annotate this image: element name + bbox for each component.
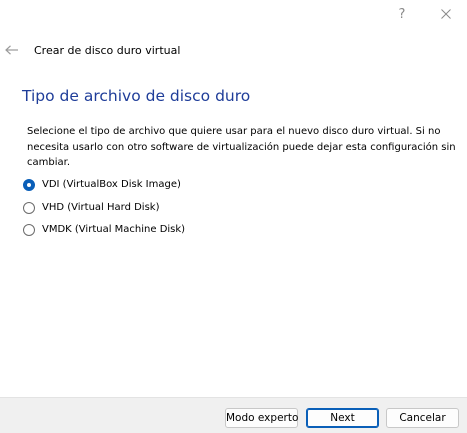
cancel-button[interactable]: Cancelar [386,408,459,428]
file-type-radio-group: VDI (VirtualBox Disk Image) VHD (Virtual… [23,174,185,242]
page-heading: Tipo de archivo de disco duro [22,87,251,105]
help-button[interactable]: ? [390,4,414,24]
radio-option-vmdk[interactable]: VMDK (Virtual Machine Disk) [23,219,185,241]
wizard-dialog: ? Crear de disco duro virtual Tipo de ar… [0,0,467,433]
page-description: Selecione el tipo de archivo que quiere … [27,126,456,168]
button-bar: Modo experto Next Cancelar [0,397,467,433]
close-icon [441,9,451,19]
radio-option-vhd[interactable]: VHD (Virtual Hard Disk) [23,197,185,219]
back-button[interactable] [3,42,21,58]
radio-button-vmdk[interactable] [23,224,35,236]
radio-button-vhd[interactable] [23,201,35,214]
help-icon: ? [398,6,406,22]
radio-option-vdi[interactable]: VDI (VirtualBox Disk Image) [23,174,185,196]
wizard-title: Crear de disco duro virtual [34,44,181,57]
back-arrow-icon [5,45,19,55]
radio-label-vmdk: VMDK (Virtual Machine Disk) [42,224,186,235]
next-button[interactable]: Next [306,408,379,428]
close-button[interactable] [434,4,458,24]
expert-mode-button[interactable]: Modo experto [225,408,298,428]
radio-button-vdi[interactable] [23,179,35,191]
radio-label-vdi: VDI (VirtualBox Disk Image) [42,179,181,190]
radio-label-vhd: VHD (Virtual Hard Disk) [42,201,160,213]
